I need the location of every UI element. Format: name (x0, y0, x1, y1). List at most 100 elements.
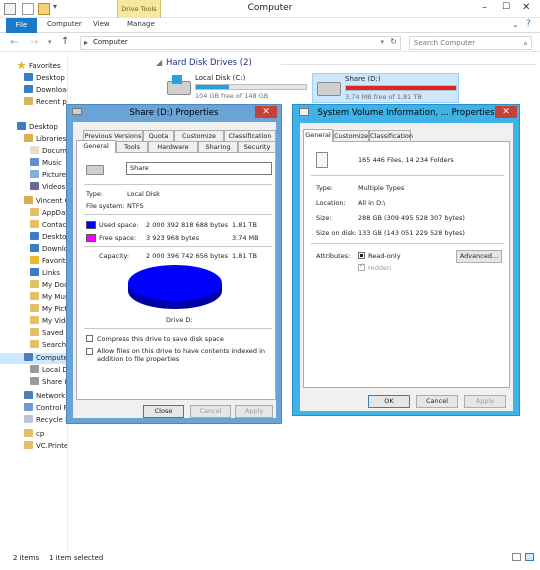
sidebar-item-computer[interactable]: Computer (0, 353, 67, 364)
compress-checkbox[interactable] (86, 335, 93, 342)
hard-drive-icon (317, 82, 341, 96)
computer-icon (24, 353, 33, 361)
dialog-body: General Customize Classification 165 446… (300, 123, 513, 411)
folder-icon (30, 208, 39, 216)
tiles-view-icon[interactable] (525, 553, 534, 561)
cancel-button[interactable]: Cancel (416, 395, 458, 408)
sidebar-item-my-videos[interactable]: My Vide (30, 316, 67, 327)
sidebar-item-user[interactable]: Vincent C (24, 196, 67, 207)
help-icon[interactable]: ? (526, 19, 531, 29)
folder-icon (30, 316, 39, 324)
details-view-icon[interactable] (512, 553, 521, 561)
maximize-icon[interactable]: ☐ (502, 2, 510, 12)
apply-button[interactable]: Apply (464, 395, 506, 408)
free-space-swatch (86, 234, 96, 242)
address-dropdown-icon[interactable]: ▾ (380, 38, 384, 46)
tab-security[interactable]: Security (238, 141, 276, 152)
tab-quota[interactable]: Quota (143, 130, 174, 141)
sidebar-item-contacts[interactable]: Contact (30, 220, 67, 231)
tab-view[interactable]: View (93, 20, 110, 28)
sidebar-item-desktop-root[interactable]: Desktop (17, 122, 58, 133)
tab-classification[interactable]: Classification (369, 130, 413, 141)
sidebar-item-recent[interactable]: Recent places (24, 97, 67, 108)
advanced-button[interactable]: Advanced... (456, 250, 502, 263)
sidebar-item-libraries[interactable]: Libraries (24, 134, 66, 145)
folder-icon (30, 280, 39, 288)
sidebar-item-links[interactable]: Links (30, 268, 60, 279)
close-icon[interactable]: ✕ (522, 2, 530, 13)
apply-button[interactable]: Apply (235, 405, 273, 418)
refresh-icon[interactable]: ↻ (390, 37, 397, 46)
tab-customize[interactable]: Customize (174, 130, 224, 141)
sidebar-item-share-drive[interactable]: Share (D (30, 377, 67, 388)
index-checkbox[interactable] (86, 348, 93, 355)
sidebar-item-user-desktop[interactable]: Desktop (30, 232, 67, 243)
sidebar-item-documents[interactable]: Documen (30, 146, 67, 157)
close-icon[interactable]: ✕ (255, 106, 277, 118)
recent-dropdown-icon[interactable]: ▾ (48, 38, 52, 46)
folder-icon (30, 328, 39, 336)
collapse-group-icon[interactable]: ◢ (156, 58, 162, 67)
sidebar-item-vcprinter[interactable]: VC.Printer (24, 441, 67, 452)
readonly-checkbox[interactable] (358, 252, 365, 259)
minimize-icon[interactable]: – (482, 2, 487, 13)
close-icon[interactable]: ✕ (495, 106, 517, 118)
fs-label: File system: (86, 202, 125, 210)
sidebar-item-local-disk[interactable]: Local D (30, 365, 67, 376)
capacity-bytes: 2 000 396 742 656 bytes (146, 252, 228, 260)
back-icon[interactable]: ← (10, 37, 18, 48)
downloads-icon (24, 85, 33, 93)
close-button[interactable]: Close (143, 405, 184, 418)
tab-file[interactable]: File (6, 18, 37, 33)
documents-icon (30, 146, 39, 154)
sidebar-favorites[interactable]: Favorites (17, 61, 61, 72)
drive-usage-bar (195, 84, 307, 90)
up-icon[interactable]: ↑ (61, 36, 69, 47)
sidebar-item-music[interactable]: Music (30, 158, 62, 169)
drive-tile-c[interactable]: Local Disk (C:) 104 GB free of 148 GB (163, 73, 310, 103)
ribbon-expand-icon[interactable]: ⌄ (512, 20, 519, 29)
drive-name-input[interactable]: Share (126, 162, 272, 175)
ok-button[interactable]: OK (368, 395, 410, 408)
sidebar-item-my-music[interactable]: My Mus (30, 292, 67, 303)
tab-tools[interactable]: Tools (116, 141, 148, 152)
tab-manage[interactable]: Manage (127, 20, 155, 28)
tab-hardware[interactable]: Hardware (148, 141, 198, 152)
group-divider (281, 64, 536, 65)
sidebar-item-videos[interactable]: Videos (30, 182, 65, 193)
desktop-icon (24, 73, 33, 81)
sidebar-item-my-documents[interactable]: My Doc (30, 280, 67, 291)
search-input[interactable]: Search Computer ⌕ (409, 36, 532, 50)
sidebar-item-saved-games[interactable]: Saved G (30, 328, 67, 339)
sidebar-item-downloads[interactable]: Downloads (24, 85, 67, 96)
free-space-bytes: 3 923 968 bytes (146, 234, 200, 242)
sidebar-item-pictures[interactable]: Pictures (30, 170, 67, 181)
type-value: Local Disk (127, 190, 160, 198)
sidebar-item-favorites-folder[interactable]: Favorite (30, 256, 67, 267)
tab-general[interactable]: General (303, 129, 333, 142)
hidden-checkbox[interactable]: ✓ (358, 262, 365, 271)
sidebar-item-control-panel[interactable]: Control P (24, 403, 67, 414)
sidebar-item-network[interactable]: Network (24, 391, 65, 402)
sidebar-item-user-downloads[interactable]: Downlo (30, 244, 67, 255)
location-icon: ▸ (84, 38, 89, 47)
sidebar-item-cp[interactable]: cp (24, 429, 44, 440)
sidebar-item-my-pictures[interactable]: My Pict (30, 304, 67, 315)
sidebar-item-searches[interactable]: Searche (30, 340, 67, 351)
music-icon (30, 158, 39, 166)
tab-general[interactable]: General (76, 140, 116, 153)
drive-tile-d[interactable]: Share (D:) 3,74 MB free of 1,81 TB (312, 73, 459, 103)
tab-classification[interactable]: Classification (224, 130, 276, 141)
tab-sharing[interactable]: Sharing (198, 141, 238, 152)
forward-icon[interactable]: → (30, 37, 38, 48)
address-bar[interactable]: ▸ Computer ▾ ↻ (80, 36, 401, 50)
sidebar-item-recycle-bin[interactable]: Recycle B (24, 415, 67, 426)
tab-customize[interactable]: Customize (333, 130, 369, 141)
cancel-button[interactable]: Cancel (190, 405, 231, 418)
index-label: Allow files on this drive to have conten… (97, 347, 266, 363)
sidebar-item-appdata[interactable]: AppDat (30, 208, 67, 219)
drive-name: Local Disk (C:) (195, 74, 246, 82)
sidebar-item-desktop[interactable]: Desktop (24, 73, 65, 84)
windows-drive-icon (167, 75, 191, 95)
tab-computer[interactable]: Computer (47, 20, 82, 28)
